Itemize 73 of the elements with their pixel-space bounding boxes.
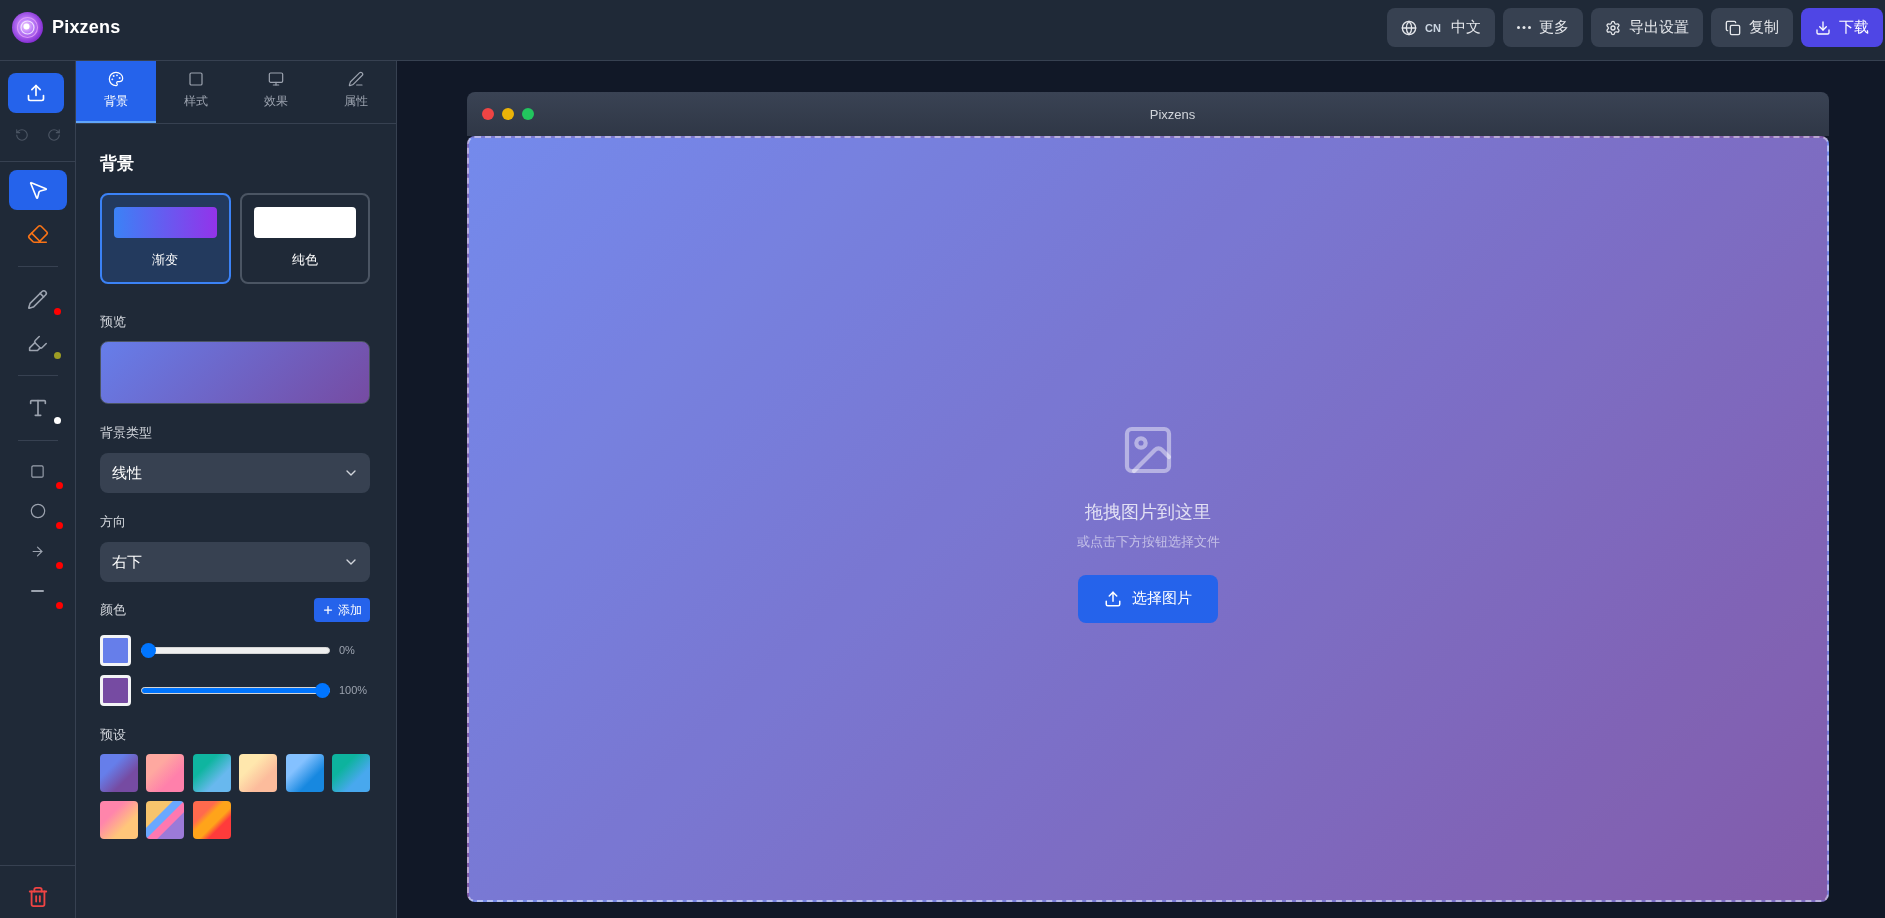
panel-tab[interactable]: 样式: [156, 61, 236, 123]
settings-icon: [1605, 19, 1621, 36]
select-image-button[interactable]: 选择图片: [1078, 574, 1218, 623]
circle-icon: [29, 503, 46, 519]
preset-swatch-icon[interactable]: [100, 754, 138, 792]
preset-swatch-icon[interactable]: [100, 801, 138, 839]
field-label: 方向: [100, 513, 126, 531]
position-slider[interactable]: [141, 642, 330, 658]
drop-title: 拖拽图片到这里: [1085, 500, 1211, 524]
preset-swatch-icon[interactable]: [285, 754, 324, 792]
select-tool-button[interactable]: [8, 170, 67, 210]
square-icon: [30, 463, 45, 479]
export-settings-button[interactable]: 导出设置: [1591, 8, 1703, 47]
eraser-icon: [26, 223, 49, 245]
select-field[interactable]: 线性: [100, 453, 370, 493]
background-type-option[interactable]: 纯色: [239, 193, 370, 284]
drop-hint: 或点击下方按钮选择文件: [1076, 532, 1220, 551]
solid-swatch-icon: [253, 207, 356, 238]
undo-icon: [14, 128, 29, 142]
upload-icon: [26, 83, 46, 103]
maximize-dot-icon[interactable]: [522, 108, 534, 120]
drop-zone[interactable]: 拖拽图片到这里 或点击下方按钮选择文件 选择图片: [467, 136, 1829, 902]
gradient-swatch-icon: [114, 207, 217, 238]
pen-icon: [348, 70, 364, 87]
redo-icon: [46, 128, 61, 142]
plus-icon: [322, 604, 334, 616]
slider-thumb[interactable]: [141, 642, 156, 658]
panel-tab[interactable]: 属性: [316, 61, 396, 123]
panel-tab[interactable]: 背景: [76, 61, 156, 123]
app-name: Pixzens: [52, 17, 121, 38]
position-slider[interactable]: [141, 682, 330, 698]
dots-icon: [1517, 26, 1531, 29]
download-button[interactable]: 下载: [1801, 8, 1883, 47]
minimize-dot-icon[interactable]: [502, 108, 514, 120]
square-icon: [188, 70, 204, 87]
preset-swatch-icon[interactable]: [331, 754, 370, 792]
upload-button[interactable]: [8, 73, 64, 113]
field-label: 颜色: [100, 601, 126, 619]
preset-swatch-icon[interactable]: [146, 754, 185, 792]
line-icon: [31, 590, 44, 592]
globe-icon: [1401, 19, 1418, 36]
background-type-option[interactable]: 渐变: [100, 193, 231, 284]
field-label: 预设: [100, 726, 126, 744]
trash-icon: [26, 886, 49, 908]
panel-tab[interactable]: 效果: [236, 61, 316, 123]
language-button[interactable]: CN 中文: [1387, 8, 1495, 47]
slider-thumb[interactable]: [315, 682, 330, 698]
preset-swatch-icon[interactable]: [146, 801, 185, 839]
upload-icon: [1104, 589, 1122, 608]
percent-label: 0%: [339, 644, 355, 656]
window-title: Pixzens: [1148, 106, 1197, 122]
close-dot-icon[interactable]: [482, 108, 494, 120]
copy-icon: [1725, 19, 1741, 36]
preset-swatch-icon[interactable]: [192, 801, 231, 839]
pencil-icon: [27, 288, 48, 310]
monitor-icon: [268, 70, 284, 87]
color-swatch-icon[interactable]: [100, 674, 131, 706]
copy-button[interactable]: 复制: [1711, 8, 1793, 47]
preset-swatch-icon[interactable]: [192, 754, 231, 792]
panel-title: 背景: [100, 154, 134, 174]
logo-icon: [12, 12, 43, 43]
more-button[interactable]: 更多: [1503, 8, 1583, 47]
delete-button[interactable]: [26, 886, 49, 908]
select-field[interactable]: 右下: [100, 542, 370, 582]
field-label: 背景类型: [100, 424, 152, 442]
field-label: 预览: [100, 313, 126, 331]
arrow-icon: [30, 543, 45, 559]
add-color-button[interactable]: 添加: [314, 598, 370, 622]
palette-icon: [108, 70, 124, 87]
download-icon: [1815, 19, 1831, 36]
percent-label: 100%: [339, 684, 368, 696]
preset-swatch-icon[interactable]: [239, 754, 278, 792]
color-swatch-icon[interactable]: [100, 634, 131, 666]
